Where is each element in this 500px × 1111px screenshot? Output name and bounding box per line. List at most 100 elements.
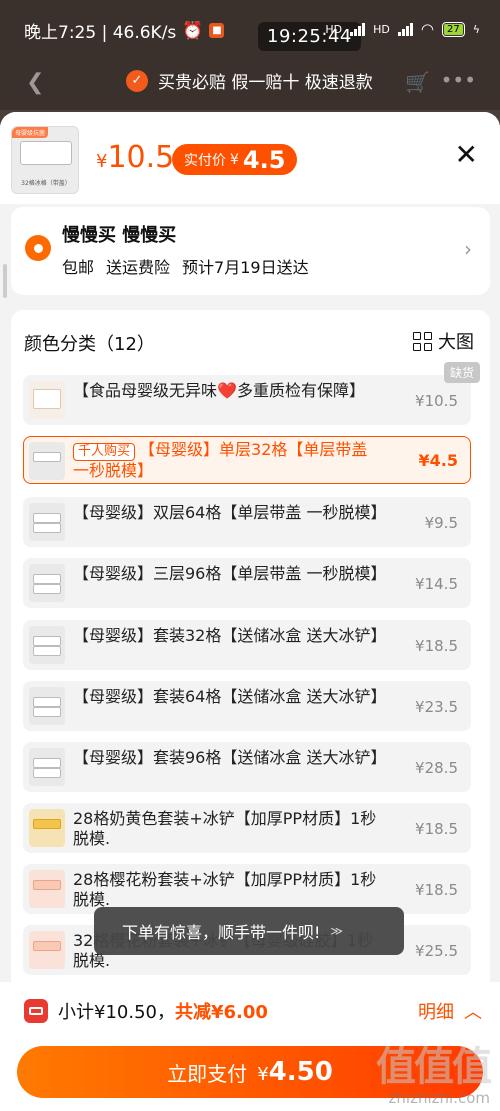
cart-icon[interactable]: 🛒 [405,70,430,94]
option-price: ¥9.5 [424,514,458,532]
option-label: 【母婴级】套装96格【送储冰盒 送大冰铲】 [73,748,387,767]
toast-text: 下单有惊喜，顺手带一件呗! [122,923,321,942]
chevron-up-icon: ︿ [464,1002,482,1023]
option-price: ¥28.5 [415,759,458,777]
checkout-bar: 小计¥10.50， 共减¥6.00 明细 ︿ 立即支付 ¥4.50 值值值 zh… [0,982,500,1111]
option-thumbnail [29,564,65,602]
price-currency: ¥ [96,151,108,172]
double-chevron-down-icon: ≫ [330,924,343,938]
out-of-stock-badge: 缺货 [443,362,480,383]
ice-tray-image [20,141,72,165]
option-price: ¥25.5 [415,942,458,960]
discount-text: 共减¥6.00 [174,1002,268,1023]
hd-label: HD [325,22,343,36]
option-thumbnail [29,503,65,541]
pay-amount: 4.50 [268,1057,333,1087]
option-item[interactable]: 【母婴级】套装32格【送储冰盒 送大冰铲】 ¥18.5 [23,620,471,670]
thumb-tag: 母婴级抗菌 [12,127,49,138]
option-item[interactable]: 28格奶黄色套装+冰铲【加厚PP材质】1秒脱模. ¥18.5 [23,803,471,853]
option-price: ¥14.5 [415,575,458,593]
top-nav: ❮ ✓ 买贵必赔 假一赔十 极速退款 🛒 ••• [0,58,500,110]
option-price: ¥18.5 [415,820,458,838]
original-price: ¥10.5 [96,141,174,179]
status-left: 晚上7:25 | 46.6K/s ⏰ ■ [24,18,225,43]
option-item[interactable]: 【母婴级】套装96格【送储冰盒 送大冰铲】 ¥28.5 [23,742,471,792]
heart-icon: ❤️ [217,381,237,400]
option-label: 【食品母婴级无异味❤️多重质检有保障】 [73,381,365,400]
charging-icon: ϟ [472,22,480,36]
option-thumbnail [29,687,65,725]
option-thumbnail [29,381,65,419]
option-item[interactable]: 【食品母婴级无异味❤️多重质检有保障】 ¥10.5 [23,375,471,425]
status-time-speed: 晚上7:25 | 46.6K/s [24,23,177,43]
price-value: 10.5 [107,140,175,175]
detail-button[interactable]: 明细 ︿ [418,998,482,1024]
actual-price-currency: ¥ [230,151,239,168]
grid-icon [413,331,432,351]
alarm-icon: ⏰ [182,20,204,41]
option-price: ¥23.5 [415,698,458,716]
more-icon[interactable]: ••• [441,68,476,92]
promo-toast[interactable]: 下单有惊喜，顺手带一件呗! ≫ [94,907,404,955]
sku-sheet: 母婴级抗菌 32格冰格（带盖） ¥10.5 实付价 ¥ 4.5 ✕ 慢慢买 慢慢… [0,112,500,1111]
pay-now-label: 立即支付 [167,1061,248,1086]
option-item-selected[interactable]: 千人购买 【母婴级】单层32格【单层带盖 一秒脱模】 ¥4.5 [23,436,471,484]
chevron-right-icon: › [464,237,472,261]
option-thumbnail [29,870,65,908]
wifi-icon: ◠ [420,20,434,38]
actual-price-value: 4.5 [242,145,286,174]
scroll-indicator [3,264,7,298]
shield-check-icon: ✓ [126,69,148,92]
thumb-caption: 32格冰格（带盖） [21,180,71,187]
option-label: 28格樱花粉套装+冰铲【加厚PP材质】1秒脱模. [73,870,377,909]
watermark-url: zhizhizhi.com [388,1089,490,1107]
option-label: 【母婴级】套装32格【送储冰盒 送大冰铲】 [73,626,387,645]
option-item[interactable]: 【母婴级】套装64格【送储冰盒 送大冰铲】 ¥23.5 [23,681,471,731]
signal-icon [350,22,366,36]
address-name: 慢慢买 慢慢买 [62,225,177,246]
option-price: ¥10.5 [415,392,458,410]
option-thumbnail [29,809,65,847]
coupon-icon [24,999,48,1023]
detail-label: 明细 [418,1002,454,1023]
status-bar: 晚上7:25 | 46.6K/s ⏰ ■ 19:25:44 HD HD ◠ 27… [0,0,500,58]
actual-price-label: 实付价 [184,152,226,169]
subtotal-text: 小计¥10.50， [58,1002,175,1023]
option-item[interactable]: 【母婴级】双层64格【单层带盖 一秒脱模】 ¥9.5 [23,497,471,547]
back-arrow-icon[interactable]: ❮ [26,70,44,95]
pay-currency: ¥ [257,1064,269,1085]
status-right: HD HD ◠ 27 ϟ [325,20,480,38]
option-label: 【母婴级】三层96格【单层带盖 一秒脱模】 [73,564,387,583]
guarantee-text: 买贵必赔 假一赔十 极速退款 [158,73,373,93]
option-thumbnail [29,442,65,480]
big-view-label: 大图 [438,332,474,353]
option-label: 千人购买 【母婴级】单层32格【单层带盖 一秒脱模】 [73,440,368,480]
option-label: 【母婴级】套装64格【送储冰盒 送大冰铲】 [73,687,387,706]
address-card[interactable]: 慢慢买 慢慢买 包邮 送运费险 预计7月19日送达 › [11,207,490,295]
product-thumbnail[interactable]: 母婴级抗菌 32格冰格（带盖） [11,126,79,194]
big-view-button[interactable]: 大图 [413,328,474,354]
option-price: ¥18.5 [415,881,458,899]
shipping-info: 包邮 送运费险 预计7月19日送达 [62,254,309,278]
guarantee-banner: ✓ 买贵必赔 假一赔十 极速退款 [126,68,373,93]
options-card: 颜色分类（12） 大图 缺货 【食品母婴级无异味❤️多重质检有保障】 ¥10.5… [11,310,490,990]
actual-price-pill: 实付价 ¥ 4.5 [172,144,298,175]
option-thumbnail [29,931,65,969]
option-thumbnail [29,626,65,664]
option-price: ¥4.5 [418,451,458,470]
shipping-insurance: 送运费险 [106,258,171,277]
option-label: 【母婴级】双层64格【单层带盖 一秒脱模】 [73,503,387,522]
options-title: 颜色分类（12） [24,334,155,355]
option-price: ¥18.5 [415,637,458,655]
close-icon[interactable]: ✕ [455,138,478,171]
option-label: 28格奶黄色套装+冰铲【加厚PP材质】1秒脱模. [73,809,377,848]
option-thumbnail [29,748,65,786]
shipping-free: 包邮 [62,258,95,277]
option-item[interactable]: 【母婴级】三层96格【单层带盖 一秒脱模】 ¥14.5 [23,558,471,608]
signal-icon-2 [397,22,413,36]
shipping-eta: 预计7月19日送达 [182,258,309,277]
watermark-chars: 值值值 [376,1044,492,1090]
battery-icon: 27 [442,21,465,37]
location-pin-icon [25,235,51,261]
subtotal-row: 小计¥10.50， 共减¥6.00 [24,998,268,1024]
